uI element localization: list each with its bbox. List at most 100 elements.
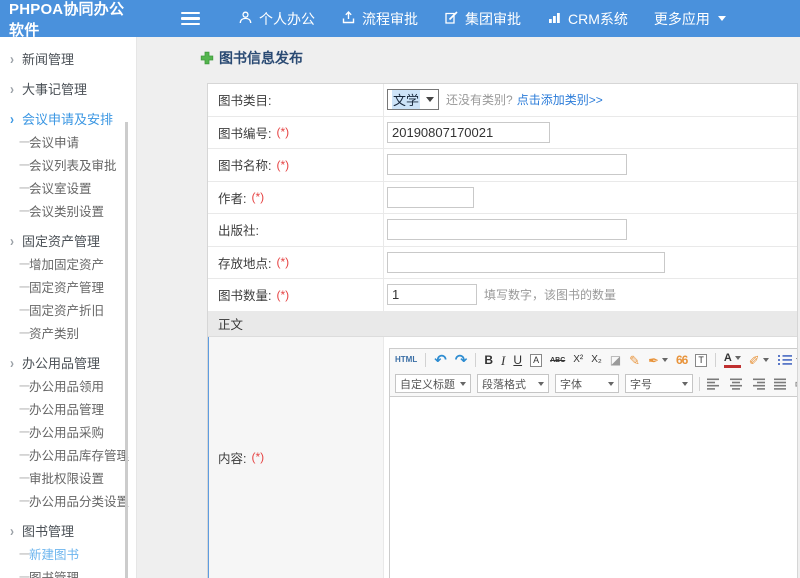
underline-button[interactable]: U [513, 354, 522, 366]
sidebar-item-6[interactable]: 一会议室设置 [0, 176, 136, 199]
doodle-button[interactable]: ✒ [648, 354, 668, 367]
select-label: 字号 [630, 376, 652, 392]
sidebar-item-12[interactable]: 一资产类别 [0, 321, 136, 344]
align-left-button[interactable] [706, 377, 722, 391]
form-value-cell: 填写数字，该图书的数量 [384, 279, 797, 311]
ordered-list-button[interactable] [777, 353, 798, 367]
sidebar-item-21[interactable]: 一新建图书 [0, 542, 136, 565]
sidebar-item-19[interactable]: 一办公用品分类设置 [0, 489, 136, 512]
eraser-button[interactable]: ◪ [610, 354, 621, 366]
sidebar-item-22[interactable]: 一图书管理 [0, 565, 136, 578]
bold-button[interactable]: B [484, 354, 493, 366]
align-center-button[interactable] [728, 377, 744, 391]
caret-down-icon [662, 358, 668, 362]
highlight-color-button[interactable]: ✐ [749, 354, 769, 367]
page-title: 图书信息发布 [200, 48, 800, 68]
sidebar-item-8[interactable]: ›固定资产管理 [0, 229, 136, 252]
caret-down-icon [538, 382, 544, 386]
char-border-button[interactable]: A [530, 354, 542, 367]
sidebar: ›新闻管理 ›大事记管理 ›会议申请及安排一会议申请一会议列表及审批一会议室设置一会… [0, 37, 137, 578]
dash-icon: 一 [19, 325, 29, 341]
sidebar-item-13[interactable]: ›办公用品管理 [0, 351, 136, 374]
form-value-cell: 文学 还没有类别?点击添加类别>> [384, 84, 797, 116]
italic-button[interactable]: I [501, 354, 505, 367]
sidebar-item-label: 固定资产折旧 [29, 300, 104, 319]
redo-button[interactable]: ↷ [455, 353, 468, 368]
dash-icon: 一 [19, 493, 29, 509]
required-mark: (*) [276, 125, 289, 139]
dash-icon: 一 [19, 134, 29, 150]
nav-item-3[interactable]: 集团审批 [444, 9, 521, 29]
caret-down-icon [682, 382, 688, 386]
paragraph-format-select[interactable]: 段落格式 [477, 374, 549, 393]
author-input[interactable] [387, 187, 474, 208]
sidebar-item-18[interactable]: 一审批权限设置 [0, 466, 136, 489]
sidebar-item-4[interactable]: 一会议申请 [0, 130, 136, 153]
book-quantity-input[interactable] [387, 284, 477, 305]
sidebar-item-9[interactable]: 一增加固定资产 [0, 252, 136, 275]
sidebar-scrollbar[interactable] [125, 122, 128, 578]
superscript-button[interactable]: X² [573, 355, 583, 365]
sidebar-item-10[interactable]: 一固定资产管理 [0, 275, 136, 298]
book-number-input[interactable] [387, 122, 550, 143]
nav-item-5[interactable]: 更多应用 [654, 9, 726, 29]
sidebar-item-17[interactable]: 一办公用品库存管理 [0, 443, 136, 466]
paste-text-button[interactable]: T [695, 354, 707, 367]
sidebar-item-1[interactable]: ›新闻管理 [0, 47, 136, 70]
field-label: 作者: [218, 188, 246, 207]
bar-chart-icon [547, 10, 562, 28]
nav-item-4[interactable]: CRM系统 [547, 9, 628, 29]
dash-icon: 一 [19, 401, 29, 417]
sidebar-item-11[interactable]: 一固定资产折旧 [0, 298, 136, 321]
sidebar-item-label: 资产类别 [29, 323, 79, 342]
align-right-button[interactable] [750, 377, 766, 391]
sidebar-item-3[interactable]: ›会议申请及安排 [0, 107, 136, 130]
sidebar-item-7[interactable]: 一会议类别设置 [0, 199, 136, 222]
subscript-button[interactable]: X₂ [591, 355, 602, 365]
required-mark: (*) [276, 255, 289, 269]
required-mark: (*) [276, 288, 289, 302]
storage-location-input[interactable] [387, 252, 665, 273]
sidebar-item-label: 图书管理 [22, 521, 74, 540]
sidebar-item-label: 固定资产管理 [22, 231, 100, 250]
nav-item-label: 集团审批 [465, 9, 521, 29]
html-source-button[interactable]: HTML [395, 356, 417, 364]
strikethrough-button[interactable]: ABC [550, 357, 565, 364]
publisher-input[interactable] [387, 219, 627, 240]
selected-option: 文学 [392, 90, 420, 109]
book-name-input[interactable] [387, 154, 627, 175]
caret-down-icon [796, 358, 798, 362]
editor-toolbar-row2: 自定义标题段落格式字体字号 [390, 372, 798, 397]
sidebar-item-2[interactable]: ›大事记管理 [0, 77, 136, 100]
font-family-select[interactable]: 字体 [555, 374, 619, 393]
form-label-cell: 出版社: [208, 214, 384, 246]
nav-item-1[interactable]: 个人办公 [238, 9, 315, 29]
nav-item-2[interactable]: 流程审批 [341, 9, 418, 29]
hamburger-menu-icon[interactable] [181, 12, 200, 25]
sidebar-item-label: 办公用品管理 [29, 399, 104, 418]
sidebar-item-15[interactable]: 一办公用品管理 [0, 397, 136, 420]
book-category-select[interactable]: 文学 [387, 89, 439, 110]
blockquote-button[interactable]: 66 [676, 354, 687, 366]
undo-button[interactable]: ↶ [434, 353, 447, 368]
form-row-book-name: 图书名称:(*) [208, 149, 797, 182]
custom-title-select[interactable]: 自定义标题 [395, 374, 471, 393]
sidebar-item-14[interactable]: 一办公用品领用 [0, 374, 136, 397]
sidebar-item-5[interactable]: 一会议列表及审批 [0, 153, 136, 176]
sidebar-item-label: 审批权限设置 [29, 468, 104, 487]
link-button[interactable] [794, 377, 798, 391]
align-justify-button[interactable] [772, 377, 788, 391]
focus-border [207, 337, 209, 578]
chevron-right-icon: › [10, 80, 22, 97]
sidebar-item-16[interactable]: 一办公用品采购 [0, 420, 136, 443]
format-brush-button[interactable]: ✎ [629, 354, 640, 367]
dash-icon: 一 [19, 157, 29, 173]
editor-canvas[interactable] [390, 397, 798, 578]
add-category-link[interactable]: 点击添加类别>> [517, 91, 603, 108]
form-value-cell [384, 214, 797, 246]
sidebar-item-20[interactable]: ›图书管理 [0, 519, 136, 542]
font-size-select[interactable]: 字号 [625, 374, 693, 393]
font-color-button[interactable]: A [724, 353, 741, 368]
category-hint: 还没有类别? [446, 91, 513, 108]
caret-down-icon [608, 382, 614, 386]
